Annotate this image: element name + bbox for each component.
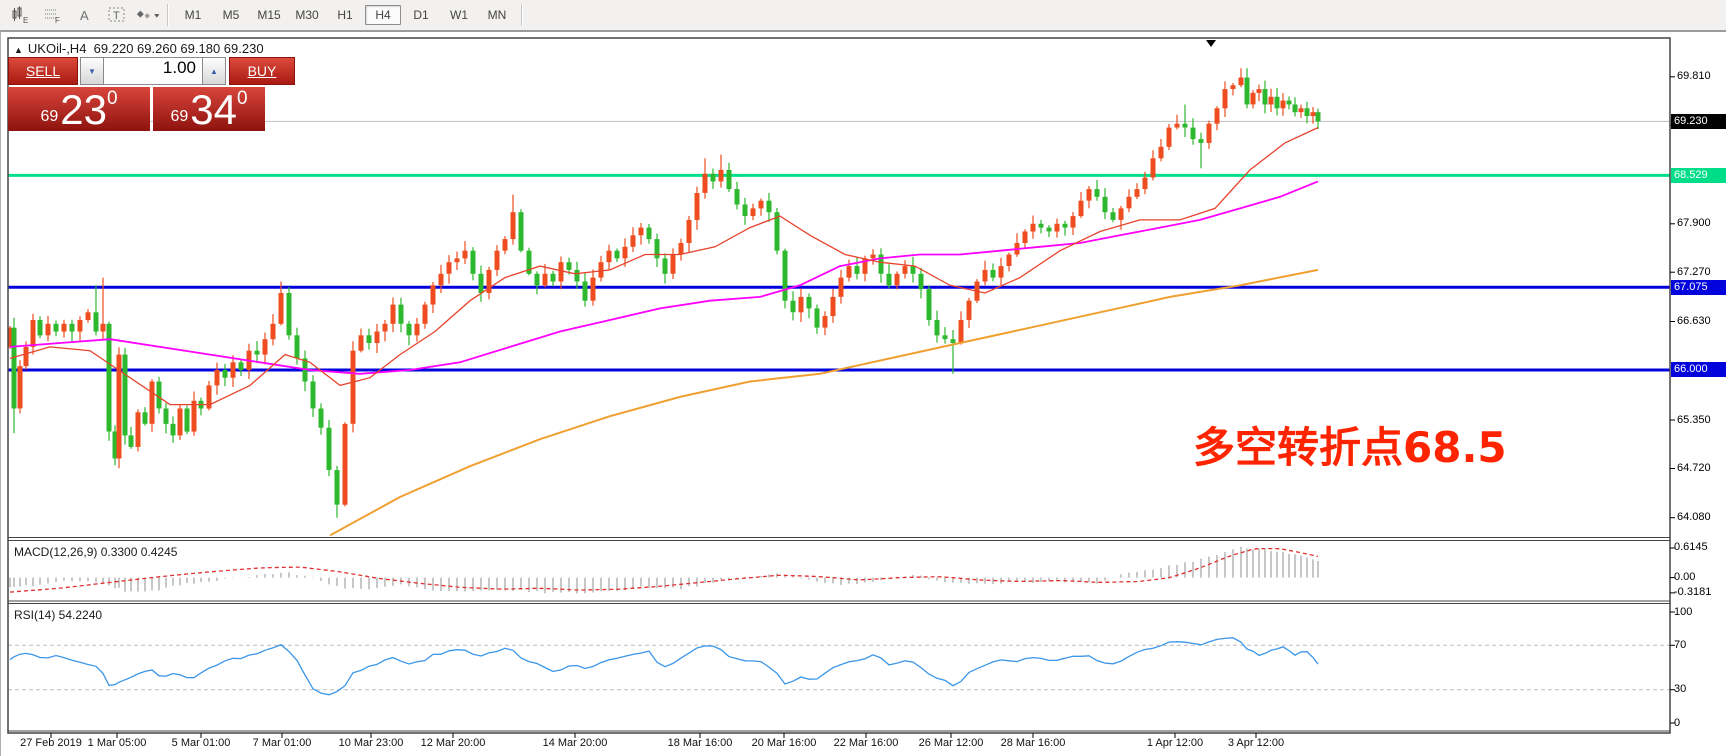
date-tick-label: 10 Mar 23:00	[339, 737, 404, 749]
buy-button[interactable]: BUY	[229, 57, 295, 85]
date-tick-label: 20 Mar 16:00	[752, 737, 817, 749]
sell-price-display[interactable]: 69 23 0	[8, 87, 150, 131]
toolbar-separator	[167, 4, 169, 26]
sell-button[interactable]: SELL	[8, 57, 78, 85]
chart-annotation-text: 多空转折点68.5	[1193, 414, 1507, 475]
price-level-box-67.075: 67.075	[1671, 280, 1726, 295]
volume-decrease-button[interactable]: ▼	[80, 57, 104, 85]
macd-axis-label: 0.6145	[1674, 541, 1708, 553]
date-tick-label: 18 Mar 16:00	[668, 737, 733, 749]
timeframe-button-M5[interactable]: M5	[213, 5, 249, 25]
buy-price-display[interactable]: 69 34 0	[153, 87, 265, 131]
timeframe-button-W1[interactable]: W1	[441, 5, 477, 25]
one-click-trade-panel: SELL ▼ 1.00 ▲ BUY 69 23 0 69 34 0	[8, 57, 295, 131]
cursor-mode-icon[interactable]	[136, 3, 162, 27]
indicators-icon[interactable]: E	[8, 3, 34, 27]
macd-axis-label: -0.3181	[1674, 586, 1711, 598]
volume-input[interactable]: 1.00	[104, 57, 202, 85]
price-level-box-69.230: 69.230	[1671, 114, 1726, 129]
price-tick-label: 64.720	[1677, 462, 1711, 475]
grid-icon[interactable]: F	[40, 3, 66, 27]
chart-title: ▲ UKOil-,H4 69.220 69.260 69.180 69.230	[14, 41, 264, 56]
toolbar: E F A T M1M5M15M30H1H4D1W1MN	[0, 0, 1726, 31]
price-tick-label: 65.350	[1677, 414, 1711, 427]
price-tick-label: 66.630	[1677, 315, 1711, 328]
timeframe-button-MN[interactable]: MN	[479, 5, 515, 25]
date-tick-label: 27 Feb 2019	[20, 737, 82, 749]
date-tick-label: 7 Mar 01:00	[253, 737, 312, 749]
macd-axis-label: 0.00	[1674, 571, 1695, 583]
text-box-icon[interactable]: T	[104, 3, 130, 27]
date-tick-label: 28 Mar 16:00	[1001, 737, 1066, 749]
date-tick-label: 22 Mar 16:00	[834, 737, 899, 749]
sell-price-handle: 69	[40, 109, 58, 125]
toolbar-icon-group: EFAT	[0, 3, 162, 27]
timeframe-button-D1[interactable]: D1	[403, 5, 439, 25]
symbol-marker-icon: ▲	[14, 45, 23, 55]
text-label-icon[interactable]: A	[72, 3, 98, 27]
buy-price-handle: 69	[170, 109, 188, 125]
price-tick-label: 64.080	[1677, 511, 1711, 524]
price-tick-label: 67.900	[1677, 217, 1711, 230]
date-tick-label: 26 Mar 12:00	[919, 737, 984, 749]
symbol-timeframe: UKOil-,H4	[28, 41, 87, 56]
price-level-box-68.529: 68.529	[1671, 168, 1726, 183]
price-tick-label: 67.270	[1677, 266, 1711, 279]
chevron-down-icon: ▼	[88, 67, 96, 76]
sell-price-pips: 23	[60, 91, 107, 129]
date-tick-label: 1 Apr 12:00	[1147, 737, 1203, 749]
timeframe-button-M15[interactable]: M15	[251, 5, 287, 25]
buy-price-point: 0	[237, 89, 248, 108]
timeframe-group: M1M5M15M30H1H4D1W1MN	[174, 5, 516, 25]
volume-increase-button[interactable]: ▲	[202, 57, 226, 85]
sell-price-point: 0	[107, 89, 118, 108]
window-left-edge	[0, 31, 1, 756]
timeframe-button-M1[interactable]: M1	[175, 5, 211, 25]
timeframe-button-H1[interactable]: H1	[327, 5, 363, 25]
svg-text:E: E	[23, 16, 28, 24]
svg-text:T: T	[113, 10, 120, 22]
chevron-up-icon: ▲	[210, 67, 218, 76]
rsi-axis-label: 0	[1674, 717, 1680, 729]
date-tick-label: 3 Apr 12:00	[1228, 737, 1284, 749]
rsi-axis-label: 30	[1674, 683, 1686, 695]
rsi-axis-label: 70	[1674, 639, 1686, 651]
toolbar-separator	[521, 4, 523, 26]
macd-label: MACD(12,26,9) 0.3300 0.4245	[14, 545, 177, 559]
price-tick-label: 69.810	[1677, 70, 1711, 83]
date-tick-label: 1 Mar 05:00	[88, 737, 147, 749]
timeframe-button-H4[interactable]: H4	[365, 5, 401, 25]
svg-text:A: A	[80, 8, 89, 23]
rsi-axis-label: 100	[1674, 606, 1692, 618]
svg-text:F: F	[55, 16, 60, 24]
ohlc-values: 69.220 69.260 69.180 69.230	[94, 41, 264, 56]
date-tick-label: 5 Mar 01:00	[172, 737, 231, 749]
timeframe-button-M30[interactable]: M30	[289, 5, 325, 25]
price-level-box-66.000: 66.000	[1671, 362, 1726, 377]
date-tick-label: 12 Mar 20:00	[421, 737, 486, 749]
buy-price-pips: 34	[190, 91, 237, 129]
chart-shift-marker-icon[interactable]	[1206, 40, 1216, 47]
rsi-label: RSI(14) 54.2240	[14, 608, 102, 622]
date-tick-label: 14 Mar 20:00	[543, 737, 608, 749]
